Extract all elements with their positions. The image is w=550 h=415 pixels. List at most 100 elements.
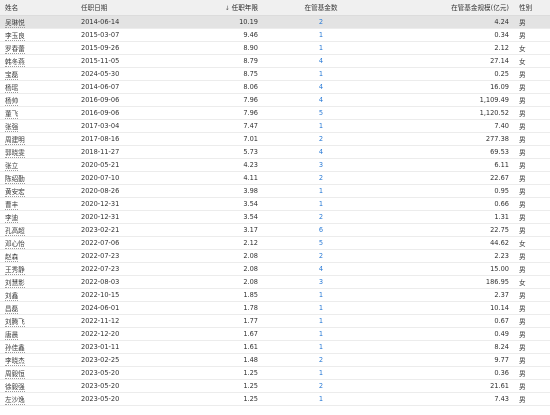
fund-count-link[interactable]: 2 — [261, 210, 381, 223]
column-header-count[interactable]: 在管基金数 — [261, 0, 381, 16]
table-row[interactable]: 韩冬燕 2015-11-05 8.79 4 27.14 女 — [0, 54, 550, 67]
fund-count-link[interactable]: 3 — [261, 275, 381, 288]
manager-name-text[interactable]: 周建明 — [5, 135, 25, 145]
manager-name-text[interactable]: 刘鑫 — [5, 291, 19, 301]
manager-name-link[interactable]: 李晓杰 — [0, 353, 78, 366]
manager-name-text[interactable]: 杨瑶 — [5, 83, 19, 93]
column-header-name[interactable]: 姓名 — [0, 0, 78, 16]
manager-name-text[interactable]: 张立 — [5, 161, 19, 171]
manager-name-link[interactable]: 黄安宏 — [0, 184, 78, 197]
table-row[interactable]: 罗春蕾 2015-09-26 8.90 1 2.12 女 — [0, 41, 550, 54]
manager-name-text[interactable]: 李晓杰 — [5, 356, 25, 366]
table-row[interactable]: 杨帅 2016-09-06 7.96 4 1,109.49 男 — [0, 93, 550, 106]
table-row[interactable]: 李晓杰 2023-02-25 1.48 2 9.77 男 — [0, 353, 550, 366]
fund-count-link[interactable]: 1 — [261, 366, 381, 379]
manager-name-text[interactable]: 邓心怡 — [5, 239, 25, 249]
manager-name-text[interactable]: 郭晓雯 — [5, 148, 25, 158]
manager-name-link[interactable]: 杨瑶 — [0, 80, 78, 93]
manager-name-text[interactable]: 刘腾飞 — [5, 317, 25, 327]
manager-name-link[interactable]: 张立 — [0, 158, 78, 171]
manager-name-text[interactable]: 周毅恒 — [5, 369, 25, 379]
manager-name-link[interactable]: 李玉良 — [0, 28, 78, 41]
table-row[interactable]: 李玉良 2015-03-07 9.46 1 0.34 男 — [0, 28, 550, 41]
manager-name-link[interactable]: 杨帅 — [0, 93, 78, 106]
manager-name-link[interactable]: 左沙逸 — [0, 392, 78, 405]
column-header-years[interactable]: ↓ 任职年限 — [158, 0, 261, 16]
fund-count-link[interactable]: 4 — [261, 54, 381, 67]
fund-count-link[interactable]: 1 — [261, 28, 381, 41]
manager-name-link[interactable]: 罗春蕾 — [0, 41, 78, 54]
fund-count-link[interactable]: 1 — [261, 327, 381, 340]
fund-count-link[interactable]: 3 — [261, 158, 381, 171]
manager-name-link[interactable]: 刘鑫 — [0, 288, 78, 301]
manager-name-link[interactable]: 孙佳鑫 — [0, 340, 78, 353]
fund-count-link[interactable]: 1 — [261, 288, 381, 301]
manager-name-text[interactable]: 王秀静 — [5, 265, 25, 275]
manager-name-text[interactable]: 罗春蕾 — [5, 44, 25, 54]
manager-name-text[interactable]: 孔高超 — [5, 226, 25, 236]
table-row[interactable]: 李迪 2020-12-31 3.54 2 1.31 男 — [0, 210, 550, 223]
manager-name-text[interactable]: 董飞 — [5, 109, 19, 119]
fund-count-link[interactable]: 1 — [261, 197, 381, 210]
manager-name-link[interactable]: 唐晨 — [0, 327, 78, 340]
manager-name-link[interactable]: 徐毅强 — [0, 379, 78, 392]
table-row[interactable]: 陈绍勤 2020-07-10 4.11 2 22.67 男 — [0, 171, 550, 184]
manager-name-text[interactable]: 杨帅 — [5, 96, 19, 106]
table-row[interactable]: 唐晨 2022-12-20 1.67 1 0.49 男 — [0, 327, 550, 340]
manager-name-link[interactable]: 刘慧影 — [0, 275, 78, 288]
manager-name-text[interactable]: 孙佳鑫 — [5, 343, 25, 353]
fund-count-link[interactable]: 4 — [261, 93, 381, 106]
manager-name-link[interactable]: 刘腾飞 — [0, 314, 78, 327]
manager-name-link[interactable]: 周毅恒 — [0, 366, 78, 379]
manager-name-link[interactable]: 宝磊 — [0, 67, 78, 80]
fund-count-link[interactable]: 2 — [261, 353, 381, 366]
manager-name-link[interactable]: 吴琳悦 — [0, 15, 78, 28]
column-header-sex[interactable]: 性别 — [512, 0, 550, 16]
fund-count-link[interactable]: 2 — [261, 15, 381, 28]
table-row[interactable]: 张强 2017-03-04 7.47 1 7.40 男 — [0, 119, 550, 132]
fund-count-link[interactable]: 2 — [261, 249, 381, 262]
fund-count-link[interactable]: 1 — [261, 340, 381, 353]
fund-count-link[interactable]: 1 — [261, 314, 381, 327]
manager-name-text[interactable]: 李玉良 — [5, 31, 25, 41]
manager-name-link[interactable]: 曹丰 — [0, 197, 78, 210]
fund-count-link[interactable]: 5 — [261, 236, 381, 249]
table-row[interactable]: 杨瑶 2014-06-07 8.06 4 16.09 男 — [0, 80, 550, 93]
table-row[interactable]: 周建明 2017-08-16 7.01 2 277.38 男 — [0, 132, 550, 145]
fund-count-link[interactable]: 1 — [261, 184, 381, 197]
table-row[interactable]: 左沙逸 2023-05-20 1.25 1 7.43 男 — [0, 392, 550, 405]
manager-name-text[interactable]: 唐晨 — [5, 330, 19, 340]
manager-name-text[interactable]: 黄安宏 — [5, 187, 25, 197]
manager-name-text[interactable]: 刘慧影 — [5, 278, 25, 288]
table-row[interactable]: 邓心怡 2022-07-06 2.12 5 44.62 女 — [0, 236, 550, 249]
manager-name-text[interactable]: 吴琳悦 — [5, 18, 25, 28]
fund-count-link[interactable]: 1 — [261, 67, 381, 80]
fund-count-link[interactable]: 2 — [261, 132, 381, 145]
table-row[interactable]: 吴琳悦 2014-06-14 10.19 2 4.24 男 — [0, 15, 550, 28]
manager-name-link[interactable]: 孔高超 — [0, 223, 78, 236]
fund-count-link[interactable]: 1 — [261, 392, 381, 405]
table-row[interactable]: 宝磊 2024-05-30 8.75 1 0.25 男 — [0, 67, 550, 80]
fund-count-link[interactable]: 2 — [261, 379, 381, 392]
manager-name-text[interactable]: 曹丰 — [5, 200, 19, 210]
table-row[interactable]: 徐毅强 2023-05-20 1.25 2 21.61 男 — [0, 379, 550, 392]
fund-count-link[interactable]: 2 — [261, 171, 381, 184]
manager-name-link[interactable]: 郭晓雯 — [0, 145, 78, 158]
manager-name-link[interactable]: 周建明 — [0, 132, 78, 145]
fund-count-link[interactable]: 5 — [261, 106, 381, 119]
table-row[interactable]: 刘慧影 2022-08-03 2.08 3 186.95 女 — [0, 275, 550, 288]
table-row[interactable]: 黄安宏 2020-08-26 3.98 1 0.95 男 — [0, 184, 550, 197]
fund-count-link[interactable]: 1 — [261, 41, 381, 54]
manager-name-link[interactable]: 张强 — [0, 119, 78, 132]
manager-name-text[interactable]: 李迪 — [5, 213, 19, 223]
manager-name-text[interactable]: 徐毅强 — [5, 382, 25, 392]
manager-name-text[interactable]: 昌磊 — [5, 304, 19, 314]
column-header-scale[interactable]: 在管基金规模(亿元) — [381, 0, 512, 16]
fund-count-link[interactable]: 1 — [261, 119, 381, 132]
table-row[interactable]: 刘鑫 2022-10-15 1.85 1 2.37 男 — [0, 288, 550, 301]
manager-name-text[interactable]: 赵森 — [5, 252, 19, 262]
manager-name-link[interactable]: 王秀静 — [0, 262, 78, 275]
table-row[interactable]: 董飞 2016-09-06 7.96 5 1,120.52 男 — [0, 106, 550, 119]
fund-count-link[interactable]: 4 — [261, 145, 381, 158]
column-header-date[interactable]: 任职日期 — [78, 0, 158, 16]
